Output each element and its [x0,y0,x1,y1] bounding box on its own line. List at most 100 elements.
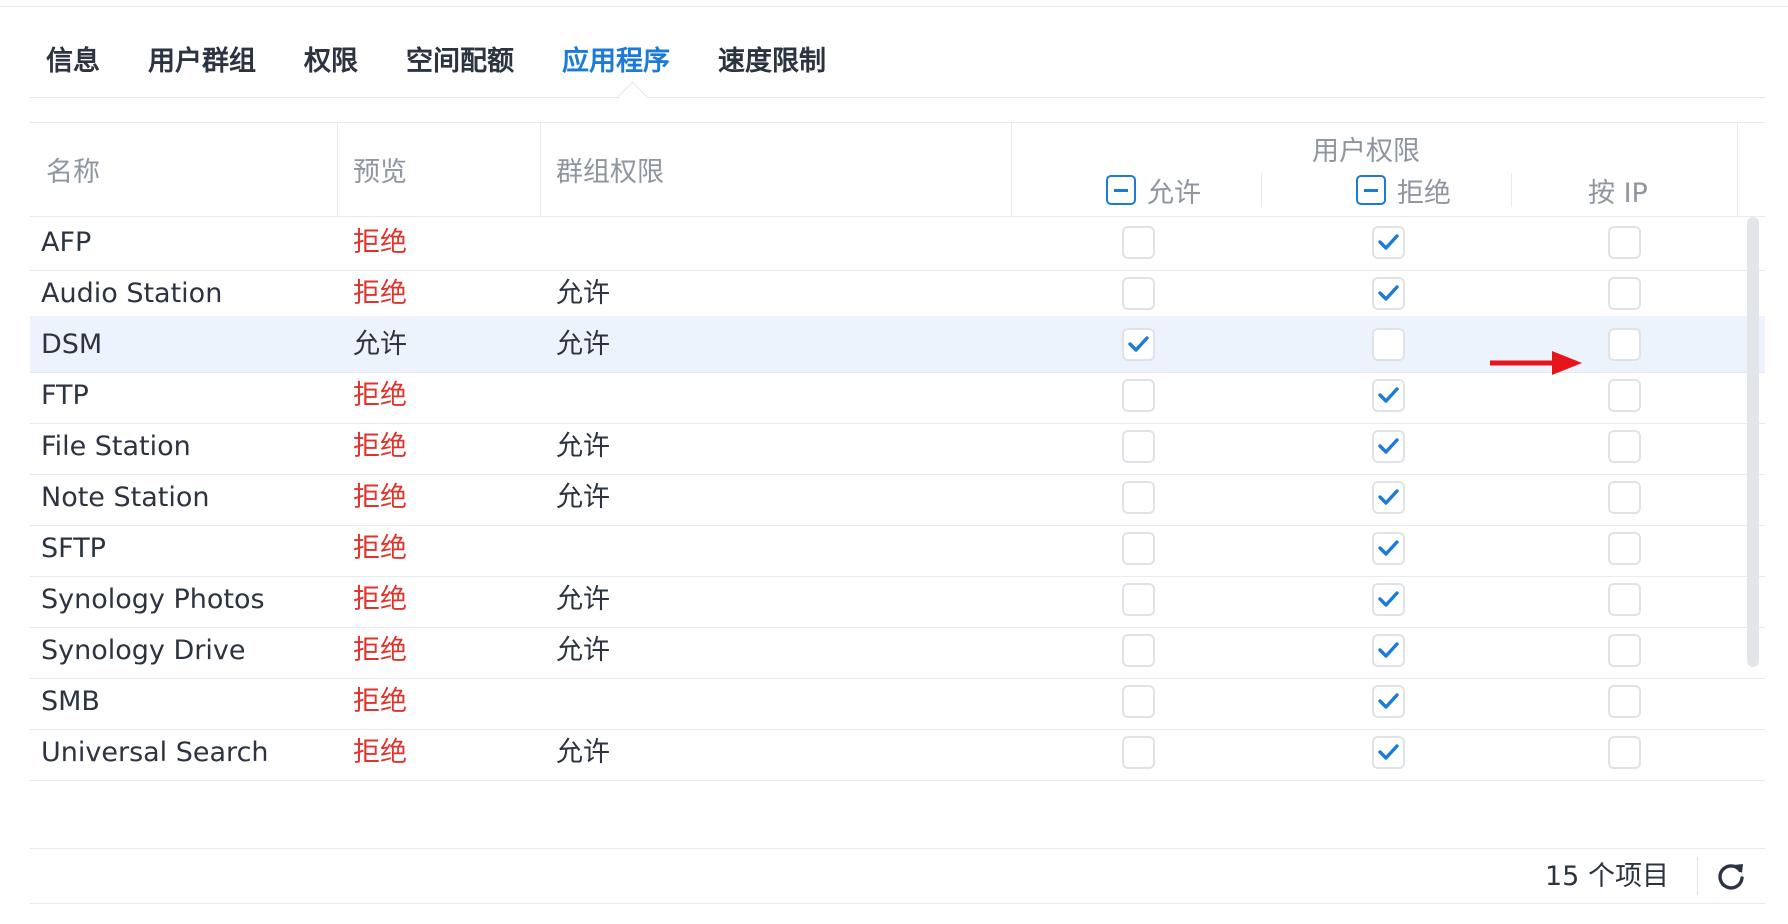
group-permission-cell: 允许 [556,329,610,360]
preview-cell: 拒绝 [353,737,407,768]
preview-cell: 拒绝 [353,380,407,411]
table-row-sftp[interactable]: SFTP 拒绝 [30,520,1765,577]
deny-checkbox[interactable] [1372,277,1405,310]
allow-checkbox[interactable] [1122,685,1155,718]
deny-checkbox[interactable] [1372,226,1405,259]
col-name-label: 名称 [46,157,100,188]
subheader-divider [1511,173,1512,207]
preview-cell: 拒绝 [353,686,407,717]
by-ip-checkbox[interactable] [1608,583,1641,616]
tab-divider [30,97,1765,98]
deny-checkbox[interactable] [1372,379,1405,412]
deny-checkbox[interactable] [1372,583,1405,616]
allow-checkbox[interactable] [1122,532,1155,565]
by-ip-checkbox[interactable] [1608,379,1641,412]
app-name-cell: Synology Drive [41,635,246,666]
allow-checkbox[interactable] [1122,481,1155,514]
table-row-ftp[interactable]: FTP 拒绝 [30,367,1765,424]
deny-checkbox[interactable] [1372,481,1405,514]
by-ip-checkbox[interactable] [1608,430,1641,463]
group-permission-cell: 允许 [556,431,610,462]
footer-top-border [30,848,1765,849]
app-name-cell: Note Station [41,482,210,513]
app-name-cell: File Station [41,431,191,462]
allow-checkbox[interactable] [1122,379,1155,412]
refresh-icon[interactable] [1713,859,1749,895]
col-group-permission-header[interactable]: 群组权限 [540,123,1012,216]
by-ip-checkbox[interactable] [1608,226,1641,259]
table-row-audio-station[interactable]: Audio Station 拒绝 允许 [30,265,1765,322]
tab-info[interactable]: 信息 [46,40,100,100]
by-ip-checkbox[interactable] [1608,634,1641,667]
app-name-cell: SFTP [41,533,106,564]
allow-checkbox[interactable] [1122,277,1155,310]
preview-cell: 拒绝 [353,482,407,513]
checkmark-icon [1128,336,1149,352]
app-name-cell: SMB [41,686,100,717]
table-row-file-station[interactable]: File Station 拒绝 允许 [30,418,1765,475]
checkmark-icon [1378,489,1399,505]
col-preview-header[interactable]: 预览 [337,123,541,216]
allow-checkbox[interactable] [1122,226,1155,259]
table-row-smb[interactable]: SMB 拒绝 [30,673,1765,730]
table-row-synology-photos[interactable]: Synology Photos 拒绝 允许 [30,571,1765,628]
tab-applications[interactable]: 应用程序 [562,40,670,100]
preview-cell: 允许 [353,329,407,360]
deny-checkbox[interactable] [1372,634,1405,667]
tab-bar: 信息 用户群组 权限 空间配额 应用程序 速度限制 [46,40,826,100]
tab-quota[interactable]: 空间配额 [406,40,514,100]
by-ip-checkbox[interactable] [1608,277,1641,310]
deny-checkbox[interactable] [1372,736,1405,769]
group-permission-cell: 允许 [556,584,610,615]
tab-permissions[interactable]: 权限 [304,40,358,100]
red-arrow-icon [1490,351,1582,375]
table-row-universal-search[interactable]: Universal Search 拒绝 允许 [30,724,1765,781]
allow-checkbox[interactable] [1122,736,1155,769]
by-ip-checkbox[interactable] [1608,685,1641,718]
deny-checkbox[interactable] [1372,685,1405,718]
app-name-cell: Universal Search [41,737,269,768]
col-preview-label: 预览 [353,157,407,188]
group-permission-cell: 允许 [556,635,610,666]
footer-divider [1697,857,1698,895]
deny-header-label: 拒绝 [1397,178,1451,209]
allow-checkbox[interactable] [1122,328,1155,361]
allow-checkbox[interactable] [1122,634,1155,667]
deny-checkbox[interactable] [1372,532,1405,565]
checkmark-icon [1378,387,1399,403]
table-row-afp[interactable]: AFP 拒绝 [30,214,1765,271]
checkmark-icon [1378,234,1399,250]
allow-all-indeterminate-checkbox[interactable] [1106,175,1136,205]
col-name-header[interactable]: 名称 [30,123,338,216]
preview-cell: 拒绝 [353,635,407,666]
by-ip-header-label: 按 IP [1588,178,1648,209]
by-ip-checkbox[interactable] [1608,532,1641,565]
by-ip-checkbox[interactable] [1608,736,1641,769]
checkmark-icon [1378,540,1399,556]
table-row-note-station[interactable]: Note Station 拒绝 允许 [30,469,1765,526]
allow-checkbox[interactable] [1122,430,1155,463]
user-permission-label: 用户权限 [1312,136,1420,167]
table-row-synology-drive[interactable]: Synology Drive 拒绝 允许 [30,622,1765,679]
item-count: 15 个项目 [1545,861,1669,892]
app-name-cell: Audio Station [41,278,223,309]
deny-checkbox[interactable] [1372,430,1405,463]
by-ip-checkbox[interactable] [1608,328,1641,361]
vertical-scrollbar[interactable] [1747,217,1759,667]
group-permission-cell: 允许 [556,737,610,768]
deny-all-indeterminate-checkbox[interactable] [1356,175,1386,205]
app-name-cell: AFP [41,227,92,258]
allow-header-label: 允许 [1147,178,1201,209]
tab-user-groups[interactable]: 用户群组 [148,40,256,100]
preview-cell: 拒绝 [353,278,407,309]
by-ip-checkbox[interactable] [1608,481,1641,514]
tab-speed-limit[interactable]: 速度限制 [718,40,826,100]
checkmark-icon [1378,642,1399,658]
group-permission-cell: 允许 [556,482,610,513]
deny-checkbox[interactable] [1372,328,1405,361]
checkmark-icon [1378,693,1399,709]
col-group-permission-label: 群组权限 [556,157,664,188]
preview-cell: 拒绝 [353,533,407,564]
allow-checkbox[interactable] [1122,583,1155,616]
footer-bottom-border [30,903,1765,904]
